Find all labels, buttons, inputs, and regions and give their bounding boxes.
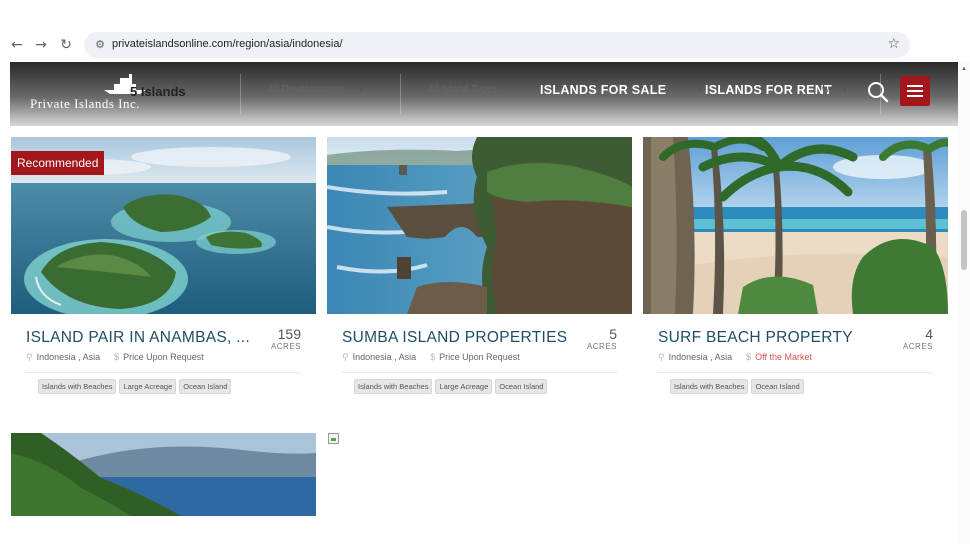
listing-price: Price Upon Request	[123, 352, 204, 362]
menu-bar	[907, 85, 923, 87]
card-divider	[342, 372, 617, 373]
scroll-up-arrow-icon[interactable]: ▲	[961, 66, 967, 72]
back-arrow-icon[interactable]: ←	[8, 36, 26, 54]
nav-islands-for-rent[interactable]: ISLANDS FOR RENT	[705, 83, 832, 97]
dollar-icon: $	[746, 352, 752, 362]
listing-location: Indonesia , Asia	[352, 352, 417, 362]
listing-location: Indonesia , Asia	[36, 352, 101, 362]
listing-location: Indonesia , Asia	[668, 352, 733, 362]
menu-bar	[907, 90, 923, 92]
menu-bar	[907, 95, 923, 97]
listing-status: Off the Market	[755, 352, 813, 362]
acres-label: ACRES	[586, 342, 617, 351]
listing-title[interactable]: SUMBA ISLAND PROPERTIES	[342, 329, 567, 347]
tag-islands-with-beaches[interactable]: Islands with Beaches	[670, 379, 749, 394]
coastal-hills-photo	[11, 433, 316, 516]
site-settings-icon[interactable]: ⚙	[92, 37, 108, 53]
listing-photo[interactable]	[327, 137, 632, 314]
broken-image-icon	[328, 433, 339, 444]
acres-value: 159	[277, 326, 301, 342]
site-header: Private Islands Inc. 5 Islands All Devel…	[10, 62, 960, 126]
island-types-filter-label: All Island Types	[428, 84, 498, 95]
palm-beach-photo	[643, 137, 948, 314]
location-pin-icon: ⚲	[342, 353, 349, 363]
chevron-down-icon: ▼	[357, 87, 365, 94]
tag-ocean-island[interactable]: Ocean Island	[751, 379, 804, 394]
acres-label: ACRES	[270, 342, 301, 351]
url-text[interactable]: privateislandsonline.com/region/asia/ind…	[112, 38, 343, 50]
listing-photo[interactable]	[643, 137, 948, 314]
location-pin-icon: ⚲	[658, 353, 665, 363]
header-divider	[400, 74, 401, 114]
listing-title[interactable]: ISLAND PAIR IN ANAMBAS, ...	[26, 329, 250, 347]
sea-arch-photo	[327, 137, 632, 314]
tag-large-acreage[interactable]: Large Acreage	[119, 379, 177, 394]
recommended-badge: Recommended	[11, 151, 105, 175]
tag-ocean-island[interactable]: Ocean Island	[179, 379, 232, 394]
listing-photo[interactable]	[11, 433, 316, 516]
forward-arrow-icon[interactable]: →	[32, 36, 50, 54]
card-divider	[26, 372, 301, 373]
chevron-down-icon: ▼	[696, 87, 703, 94]
developments-filter[interactable]: All Developments ▼	[268, 84, 365, 95]
listing-title[interactable]: SURF BEACH PROPERTY	[658, 329, 853, 347]
tag-islands-with-beaches[interactable]: Islands with Beaches	[38, 379, 117, 394]
location-pin-icon: ⚲	[26, 353, 33, 363]
developments-filter-label: All Developments	[268, 84, 346, 95]
tag-list: Islands with Beaches Large Acreage Ocean…	[354, 379, 548, 394]
tag-islands-with-beaches[interactable]: Islands with Beaches	[354, 379, 433, 394]
chevron-down-icon: ▼	[841, 87, 849, 94]
listing-meta: ⚲ Indonesia , Asia $ Price Upon Request	[342, 352, 520, 363]
dollar-icon: $	[114, 352, 120, 362]
tag-large-acreage[interactable]: Large Acreage	[435, 379, 493, 394]
listing-card[interactable]: Recommended ISLAND PAIR IN ANAMBAS, ... …	[11, 137, 316, 397]
header-divider	[240, 74, 241, 114]
sort-filter-label: w	[822, 84, 830, 95]
acres-value: 4	[925, 326, 933, 342]
sort-filter[interactable]: w ▼	[822, 84, 848, 95]
listing-card[interactable]: SUMBA ISLAND PROPERTIES 5 ACRES ⚲ Indones…	[327, 137, 632, 397]
address-bar[interactable]: ⚙ privateislandsonline.com/region/asia/i…	[84, 32, 910, 58]
acres-value: 5	[609, 326, 617, 342]
listing-meta: ⚲ Indonesia , Asia $ Off the Market	[658, 352, 812, 363]
tag-list: Islands with Beaches Large Acreage Ocean…	[38, 379, 232, 394]
listing-price: Price Upon Request	[439, 352, 520, 362]
page-scrollbar[interactable]: ▲	[958, 62, 970, 544]
island-types-filter[interactable]: All Island Types	[428, 84, 498, 95]
browser-chrome: ← → ↻ ⚙ privateislandsonline.com/region/…	[0, 0, 970, 62]
card-divider	[658, 372, 933, 373]
reload-icon[interactable]: ↻	[57, 36, 75, 54]
listing-meta: ⚲ Indonesia , Asia $ Price Upon Request	[26, 352, 204, 363]
result-count: 5 Islands	[130, 84, 186, 99]
search-icon[interactable]	[866, 80, 890, 104]
acres-label: ACRES	[902, 342, 933, 351]
hamburger-menu-button[interactable]	[900, 76, 930, 106]
dollar-icon: $	[430, 352, 436, 362]
listing-card[interactable]: SURF BEACH PROPERTY 4 ACRES ⚲ Indonesia ,…	[643, 137, 948, 397]
logo-text: Private Islands Inc.	[30, 96, 141, 111]
tag-list: Islands with Beaches Ocean Island	[670, 379, 804, 394]
scrollbar-thumb[interactable]	[961, 210, 967, 270]
nav-islands-for-sale[interactable]: ISLANDS FOR SALE	[540, 83, 666, 97]
tag-ocean-island[interactable]: Ocean Island	[495, 379, 548, 394]
bookmark-star-icon[interactable]: ☆	[887, 36, 900, 52]
